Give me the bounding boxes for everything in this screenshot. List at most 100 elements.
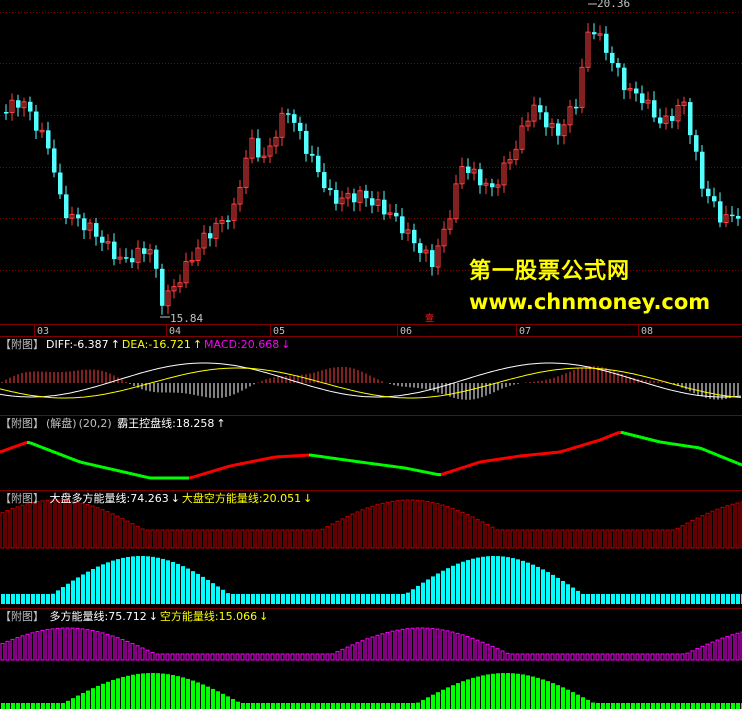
- market-short-bar: [466, 560, 470, 604]
- control-line-segment: [104, 466, 109, 470]
- market-long-bar: [295, 529, 300, 549]
- short-energy-bar: [571, 692, 575, 709]
- candle-body: [58, 172, 63, 195]
- market-short-bar: [476, 557, 480, 604]
- market-short-bar: [316, 594, 320, 604]
- candle-body: [322, 172, 327, 189]
- control-line-segment: [50, 449, 55, 454]
- short-energy-bar: [561, 687, 565, 709]
- long-energy-bar: [125, 641, 130, 661]
- market-short-bar: [556, 577, 560, 604]
- control-line-segment: [5, 447, 10, 452]
- market-long-bar: [175, 529, 180, 549]
- market-short-bar: [386, 594, 390, 604]
- short-energy-bar: [381, 703, 385, 709]
- panel-prefix[interactable]: 【附图】: [0, 610, 44, 623]
- short-energy-bar: [621, 703, 625, 709]
- market-long-bar: [700, 515, 705, 549]
- market-long-bar: [25, 503, 30, 549]
- long-energy-bar: [195, 653, 200, 661]
- long-energy-bar: [595, 653, 600, 661]
- market-long-bar: [355, 511, 360, 549]
- long-energy-bar: [320, 653, 325, 661]
- candle-body: [658, 117, 663, 124]
- market-short-bar: [151, 556, 155, 604]
- panel-prefix[interactable]: 【附图】: [0, 492, 44, 505]
- long-energy-bar: [685, 652, 690, 661]
- long-energy-bar: [235, 653, 240, 661]
- long-energy-bar: [70, 627, 75, 661]
- long-energy-bar: [505, 652, 510, 661]
- short-energy-bar: [16, 703, 20, 709]
- short-energy-arrow-icon: ↓: [259, 610, 269, 623]
- control-line-segment: [440, 472, 445, 477]
- candle-body: [652, 100, 657, 118]
- short-energy-bar: [506, 673, 510, 709]
- market-short-bar: [276, 594, 280, 604]
- long-energy-bar: [440, 629, 445, 661]
- long-energy-bar: [540, 653, 545, 661]
- control-line-segment: [716, 453, 721, 458]
- candle-body: [334, 190, 339, 204]
- market-long-bar: [465, 514, 470, 549]
- control-line-segment: [2, 448, 7, 453]
- short-energy-bar: [256, 703, 260, 709]
- candle-body: [616, 63, 621, 68]
- candle-body: [370, 198, 375, 206]
- control-line-segment: [719, 454, 724, 459]
- market-long-bar: [685, 522, 690, 549]
- panel-prefix[interactable]: 【附图】: [0, 338, 44, 351]
- watermark-url[interactable]: www.chnmoney.com: [469, 290, 710, 314]
- market-long-bar: [185, 529, 190, 549]
- long-energy-bar: [675, 653, 680, 661]
- low-price-label: 15.84: [170, 312, 204, 325]
- short-energy-bar: [586, 699, 590, 709]
- control-line-segment: [110, 467, 115, 472]
- long-energy-bar: [720, 637, 725, 661]
- chart-canvas[interactable]: [0, 0, 742, 709]
- long-energy-bar: [255, 653, 260, 661]
- control-line-segment: [464, 464, 469, 469]
- long-energy-bar: [580, 653, 585, 661]
- market-long-bar: [65, 500, 70, 549]
- market-long-bar: [370, 505, 375, 549]
- short-energy-bar: [711, 703, 715, 709]
- control-line-segment: [725, 457, 730, 462]
- market-short-value: 大盘空方能量线:20.051: [181, 492, 302, 505]
- long-energy-bar: [415, 627, 420, 661]
- control-line-segment: [596, 438, 601, 443]
- market-short-bar: [566, 584, 570, 604]
- market-long-bar: [450, 507, 455, 549]
- long-energy-bar: [40, 629, 45, 661]
- long-energy-bar: [555, 653, 560, 661]
- market-long-bar: [585, 529, 590, 549]
- market-long-bar: [620, 529, 625, 549]
- control-line-segment: [221, 466, 226, 470]
- control-line-segment: [29, 441, 34, 446]
- market-long-bar: [385, 501, 390, 549]
- short-energy-bar: [296, 703, 300, 709]
- candle-body: [130, 258, 135, 263]
- market-long-bar: [675, 527, 680, 549]
- short-energy-bar: [736, 703, 740, 709]
- long-energy-bar: [90, 630, 95, 661]
- control-line-segment: [650, 438, 655, 442]
- panel-prefix[interactable]: 【附图】: [0, 417, 44, 430]
- long-energy-bar: [690, 650, 695, 661]
- long-energy-bar: [200, 653, 205, 661]
- market-long-bar: [225, 529, 230, 549]
- short-energy-bar: [31, 703, 35, 709]
- market-short-bar: [11, 594, 15, 604]
- candle-body: [364, 190, 369, 199]
- short-energy-bar: [121, 676, 125, 709]
- long-energy-bar: [45, 629, 50, 661]
- long-energy-bar: [650, 653, 655, 661]
- control-line-segment: [626, 432, 631, 436]
- market-long-bar: [155, 529, 160, 549]
- market-long-bar: [160, 529, 165, 549]
- control-line-segment: [59, 452, 64, 457]
- market-long-bar: [255, 529, 260, 549]
- market-long-bar: [645, 529, 650, 549]
- long-energy-bar: [615, 653, 620, 661]
- long-energy-bar: [230, 653, 235, 661]
